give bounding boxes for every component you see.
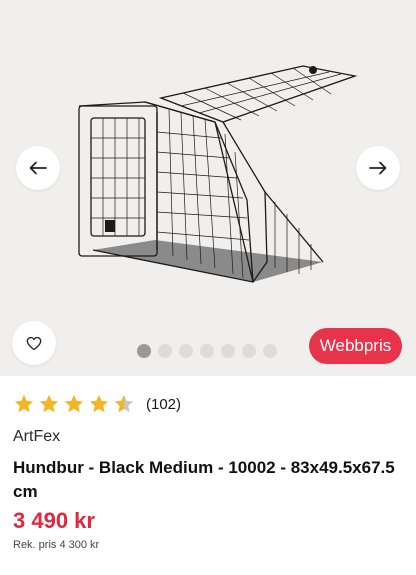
webbpris-badge: Webbpris [309,328,402,364]
next-image-button[interactable] [356,146,400,190]
heart-icon [26,336,42,350]
product-title: Hundbur - Black Medium - 10002 - 83x49.5… [13,458,395,501]
favorite-button[interactable] [12,321,56,365]
recommended-price: Rek. pris 4 300 kr [13,539,100,551]
arrow-right-icon [369,161,387,175]
star-icon [39,394,59,413]
slide-indicator [137,344,277,358]
product-gallery[interactable]: Webbpris [0,0,416,376]
slide-dot[interactable] [158,344,172,358]
slide-dot[interactable] [242,344,256,358]
slide-dot[interactable] [179,344,193,358]
price: 3 490 kr [13,508,95,533]
product-image[interactable] [55,50,365,300]
arrow-left-icon [29,161,47,175]
brand-name[interactable]: ArtFex [13,428,60,446]
slide-dot[interactable] [200,344,214,358]
star-half-icon [114,394,134,413]
slide-dot[interactable] [137,344,151,358]
slide-dot[interactable] [263,344,277,358]
product-info: (102) ArtFex Hundbur - Black Medium - 10… [0,376,416,575]
review-count[interactable]: (102) [146,396,181,413]
star-icon [64,394,84,413]
previous-image-button[interactable] [16,146,60,190]
slide-dot[interactable] [221,344,235,358]
star-icon [14,394,34,413]
rating[interactable]: (102) [13,393,181,415]
star-icon [89,394,109,413]
